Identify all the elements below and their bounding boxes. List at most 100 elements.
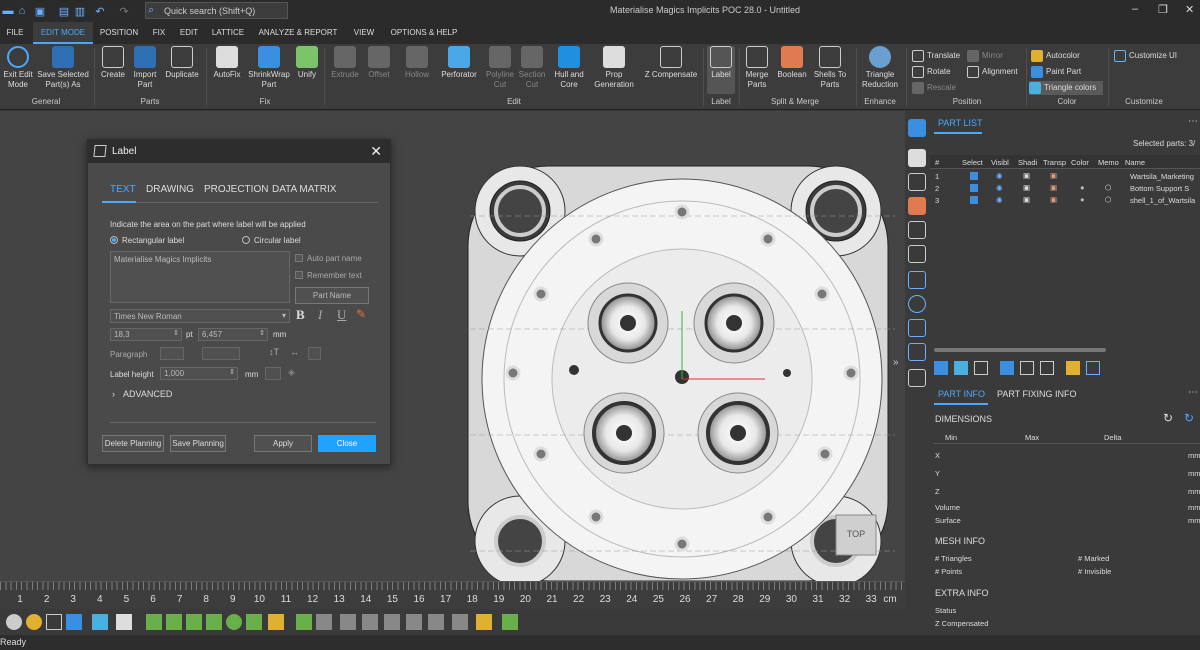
- tab-position[interactable]: POSITION: [96, 22, 142, 44]
- toolbar-icon[interactable]: [954, 361, 968, 375]
- eye-icon[interactable]: ◉: [996, 183, 1003, 192]
- memo-icon[interactable]: ⬡: [1105, 195, 1112, 204]
- triangle-colors-button[interactable]: Triangle colors: [1029, 81, 1103, 95]
- eye-icon[interactable]: ◉: [996, 171, 1003, 180]
- exit-edit-mode-button[interactable]: Exit Edit Mode: [2, 46, 34, 90]
- mark-icon[interactable]: [452, 614, 468, 630]
- unify-button[interactable]: Unify: [294, 46, 320, 80]
- refresh-icon[interactable]: ↻: [1163, 411, 1173, 425]
- color-swatch[interactable]: ●: [1080, 195, 1085, 204]
- pen-icon[interactable]: ✎: [356, 307, 366, 321]
- boolean-button[interactable]: Boolean: [775, 46, 809, 80]
- points-icon[interactable]: [908, 271, 926, 289]
- prop-generation-button[interactable]: Prop Generation: [592, 46, 636, 90]
- label-text-input[interactable]: Materialise Magics Implicits: [110, 251, 290, 303]
- triangle-reduction-button[interactable]: Triangle Reduction: [860, 46, 900, 90]
- pan-icon[interactable]: [66, 614, 82, 630]
- cube-icon[interactable]: [908, 173, 926, 191]
- chevron-right-icon[interactable]: ›: [112, 389, 115, 399]
- sync-icon[interactable]: ↻: [1184, 411, 1194, 425]
- tab-text[interactable]: TEXT: [110, 184, 136, 195]
- line-spacing-icon[interactable]: ↕T: [269, 347, 279, 357]
- cube-view-icon[interactable]: [116, 614, 132, 630]
- select-checkbox[interactable]: [970, 184, 978, 192]
- line-icon[interactable]: [908, 343, 926, 361]
- mark-icon[interactable]: [384, 614, 400, 630]
- save-planning-button[interactable]: Save Planning: [170, 435, 226, 452]
- search-input[interactable]: ⌕ Quick search (Shift+Q): [145, 2, 288, 19]
- transparency-icon[interactable]: ▣: [1050, 171, 1057, 180]
- toolbar-icon[interactable]: [1000, 361, 1014, 375]
- minimize-icon[interactable]: –: [1132, 3, 1138, 15]
- tab-lattice[interactable]: LATTICE: [208, 22, 248, 44]
- transparency-icon[interactable]: ▣: [1050, 183, 1057, 192]
- view-icon[interactable]: [92, 614, 108, 630]
- wrench-icon[interactable]: [908, 149, 926, 167]
- transparency-icon[interactable]: ▣: [1050, 195, 1057, 204]
- underline-button[interactable]: U: [337, 307, 346, 323]
- mark-icon[interactable]: [362, 614, 378, 630]
- save-selected-button[interactable]: Save Selected Part(s) As: [36, 46, 90, 90]
- col-transparency[interactable]: Transp: [1043, 158, 1066, 167]
- polyline-cut-button[interactable]: Polyline Cut: [484, 46, 516, 90]
- font-select[interactable]: Times New Roman ▾: [110, 309, 290, 323]
- select-checkbox[interactable]: [970, 172, 978, 180]
- rotate-view-icon[interactable]: [46, 614, 62, 630]
- select-checkbox[interactable]: [970, 196, 978, 204]
- rectangular-radio[interactable]: [110, 236, 118, 244]
- font-size-input[interactable]: 18,3 ⇕: [110, 328, 182, 341]
- italic-button[interactable]: I: [318, 307, 322, 323]
- save-icon[interactable]: ▤: [56, 3, 72, 19]
- tab-part-info[interactable]: PART INFO: [938, 389, 985, 399]
- mark-icon[interactable]: [406, 614, 422, 630]
- mark-icon[interactable]: [428, 614, 444, 630]
- measure-icon[interactable]: [908, 245, 926, 263]
- toolbar-icon[interactable]: [1086, 361, 1100, 375]
- col-color[interactable]: Color: [1071, 158, 1089, 167]
- remember-text-checkbox[interactable]: [295, 271, 303, 279]
- select-icon[interactable]: [166, 614, 182, 630]
- shading-icon[interactable]: ▣: [1023, 171, 1030, 180]
- offset-button[interactable]: Offset: [364, 46, 394, 80]
- delete-planning-button[interactable]: Delete Planning: [102, 435, 164, 452]
- hollow-button[interactable]: Hollow: [400, 46, 434, 80]
- mark-icon[interactable]: [476, 614, 492, 630]
- select-icon[interactable]: [246, 614, 262, 630]
- bold-button[interactable]: B: [296, 307, 305, 323]
- paint-part-button[interactable]: Paint Part: [1031, 65, 1081, 79]
- table-row[interactable]: 1 ◉ ▣ ▣ Wartsila_Marketing: [930, 171, 1200, 184]
- mark-icon[interactable]: [316, 614, 332, 630]
- extrude-button[interactable]: Extrude: [328, 46, 362, 80]
- customize-ui-button[interactable]: Customize UI: [1114, 49, 1177, 63]
- paragraph-align-select[interactable]: [160, 347, 184, 360]
- paragraph-spacing-select[interactable]: [202, 347, 240, 360]
- toolbar-icon[interactable]: [1066, 361, 1080, 375]
- part-list-icon[interactable]: [908, 119, 926, 137]
- col-memo[interactable]: Memo: [1098, 158, 1119, 167]
- angle-icon[interactable]: [908, 319, 926, 337]
- tab-data-matrix[interactable]: DATA MATRIX: [272, 184, 336, 195]
- report-icon[interactable]: [908, 369, 926, 387]
- tab-file[interactable]: FILE: [0, 22, 30, 44]
- close-icon[interactable]: ✕: [1185, 3, 1194, 16]
- alignment-button[interactable]: Alignment: [967, 65, 1018, 79]
- merge-parts-button[interactable]: Merge Parts: [742, 46, 772, 90]
- more-options-icon[interactable]: ⋯: [1188, 116, 1198, 127]
- select-icon[interactable]: [206, 614, 222, 630]
- tab-drawing[interactable]: DRAWING: [146, 184, 194, 195]
- eye-icon[interactable]: ◉: [996, 195, 1003, 204]
- save-as-icon[interactable]: ▥: [72, 3, 88, 19]
- tab-options-help[interactable]: OPTIONS & HELP: [388, 22, 460, 44]
- horizontal-scrollbar[interactable]: [934, 348, 1106, 352]
- table-row[interactable]: 3 ◉ ▣ ▣ ● ⬡ shell_1_of_Wartsila: [930, 195, 1200, 208]
- select-icon[interactable]: [186, 614, 202, 630]
- circle-measure-icon[interactable]: [908, 295, 926, 313]
- close-button[interactable]: Close: [318, 435, 376, 452]
- circular-radio[interactable]: [242, 236, 250, 244]
- rescale-button[interactable]: Rescale: [912, 81, 956, 95]
- col-number[interactable]: #: [935, 158, 939, 167]
- home-icon[interactable]: ⌂: [14, 3, 30, 19]
- col-shading[interactable]: Shadi: [1018, 158, 1037, 167]
- select-icon[interactable]: [268, 614, 284, 630]
- tab-projection[interactable]: PROJECTION: [204, 184, 268, 195]
